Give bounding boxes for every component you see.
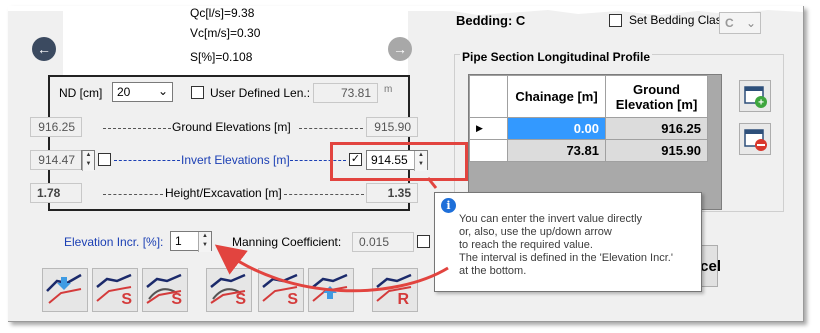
chevron-down-icon: ⌄ (157, 84, 168, 98)
user-defined-len-field[interactable]: 73.81 (313, 83, 378, 103)
bedding-label: Bedding: C (456, 13, 526, 28)
remove-row-button[interactable] (739, 123, 771, 155)
box-top-line (48, 75, 410, 77)
table-add-icon: + (744, 86, 767, 109)
tooltip-line: You can enter the invert value directly (459, 213, 643, 225)
row-header-corner (469, 75, 508, 118)
tool-button-7[interactable]: R (372, 268, 418, 312)
elevation-incr-value: 1 (175, 234, 182, 248)
s-value: S[%]=0.108 (190, 50, 253, 64)
invert-left-checkbox[interactable] (98, 153, 111, 166)
table-remove-icon (744, 129, 767, 151)
invert-left-field: 914.47 (30, 150, 82, 170)
arrow-left-icon: ← (37, 41, 51, 57)
tool-button-3[interactable]: S (142, 268, 188, 312)
manning-value: 0.015 (359, 235, 390, 249)
tool-3-letter: S (171, 291, 182, 308)
invert-tooltip: i You can enter the invert value directl… (434, 192, 702, 292)
table-row[interactable]: ▶ 0.00 916.25 (469, 117, 708, 140)
ground-line-left (103, 128, 171, 129)
tool-2-letter: S (121, 291, 132, 308)
elevation-cell[interactable]: 916.25 (605, 117, 708, 140)
tool-button-1[interactable] (42, 268, 88, 312)
add-row-button[interactable]: + (739, 80, 771, 112)
row-indicator (469, 139, 508, 162)
elevation-incr-spin[interactable]: ▲ ▼ (198, 232, 211, 252)
profile-title: Pipe Section Longitudinal Profile (460, 50, 653, 64)
set-bedding-class-label: Set Bedding Class: (629, 13, 732, 27)
set-bedding-class-checkbox[interactable] (609, 14, 622, 27)
chevron-down-icon: ⌄ (745, 16, 756, 30)
tool-button-4[interactable]: S (206, 268, 252, 312)
tooltip-line: to reach the required value. (459, 239, 593, 251)
pipe-section-panel: Qc[l/s]=9.38 Vc[m/s]=0.30 S[%]=0.108 ← →… (8, 6, 804, 322)
tool-5-letter: S (287, 291, 298, 308)
height-left-field: 1.78 (30, 183, 82, 203)
user-defined-len-unit: m (384, 84, 393, 95)
box-bottom-line (48, 209, 410, 211)
manning-field: 0.015 (352, 232, 414, 252)
profile-grid[interactable]: Chainage [m] Ground Elevation [m] ▶ 0.00… (468, 74, 722, 210)
bedding-class-value: C (725, 16, 734, 30)
arrow-right-icon: → (393, 41, 407, 57)
invert-left-spin-arrows[interactable]: ▲ ▼ (82, 151, 94, 171)
tool-button-5[interactable]: S (258, 268, 304, 312)
column-header-chainage: Chainage [m] (507, 75, 606, 118)
nd-label: ND [cm] (59, 86, 103, 100)
highlight-box (330, 142, 468, 181)
elevation-incr-input[interactable]: 1 ▲ ▼ (170, 231, 212, 252)
profile-table: Chainage [m] Ground Elevation [m] ▶ 0.00… (469, 75, 708, 162)
vc-value: Vc[m/s]=0.30 (190, 26, 261, 40)
height-line-right (284, 194, 364, 195)
manning-label: Manning Coefficient: (232, 235, 342, 249)
nd-select[interactable]: 20 ⌄ (112, 82, 173, 102)
table-row[interactable]: 73.81 915.90 (469, 139, 708, 162)
profile-download-icon (46, 273, 82, 304)
qc-value: Qc[l/s]=9.38 (190, 6, 255, 20)
tooltip-line: at the bottom. (459, 265, 527, 277)
row-indicator: ▶ (469, 117, 508, 140)
info-icon: i (441, 198, 456, 213)
tool-7-letter: R (397, 291, 409, 308)
ground-line-right (299, 128, 363, 129)
user-defined-len-checkbox[interactable] (191, 86, 204, 99)
column-header-ground-elevation: Ground Elevation [m] (605, 75, 708, 118)
height-excavation-label: Height/Excavation [m] (165, 186, 282, 200)
ground-right-field: 915.90 (366, 117, 418, 137)
bedding-class-select[interactable]: C ⌄ (719, 12, 761, 34)
elevation-cell[interactable]: 915.90 (605, 139, 708, 162)
invert-elevations-label: Invert Elevations [m] (181, 153, 290, 167)
tooltip-line: or, also, use the up/down arrow (459, 226, 612, 238)
height-line-left (103, 194, 163, 195)
tooltip-line: The interval is defined in the 'Elevatio… (459, 252, 673, 264)
user-defined-len-label: User Defined Len.: (210, 86, 311, 100)
profile-r-icon (376, 273, 412, 302)
tool-button-2[interactable]: S (92, 268, 138, 312)
chainage-cell[interactable]: 73.81 (507, 139, 606, 162)
invert-line-left (114, 160, 180, 161)
tool-button-6[interactable] (308, 268, 354, 312)
svg-text:+: + (758, 98, 764, 109)
elevation-incr-label: Elevation Incr. [%]: (64, 235, 164, 249)
manning-checkbox[interactable] (417, 235, 430, 248)
invert-left-spin[interactable]: ▲ ▼ (81, 150, 95, 171)
ground-elevations-label: Ground Elevations [m] (172, 120, 291, 134)
ground-left-field: 916.25 (30, 117, 82, 137)
previous-button[interactable]: ← (32, 37, 56, 61)
tooltip-text: You can enter the invert value directly … (459, 213, 673, 278)
chainage-cell[interactable]: 0.00 (507, 117, 606, 140)
tool-4-letter: S (235, 291, 246, 308)
nd-value: 20 (117, 85, 131, 99)
next-button[interactable]: → (388, 37, 412, 61)
profile-upload-icon (312, 273, 348, 302)
height-right-field: 1.35 (366, 183, 418, 203)
